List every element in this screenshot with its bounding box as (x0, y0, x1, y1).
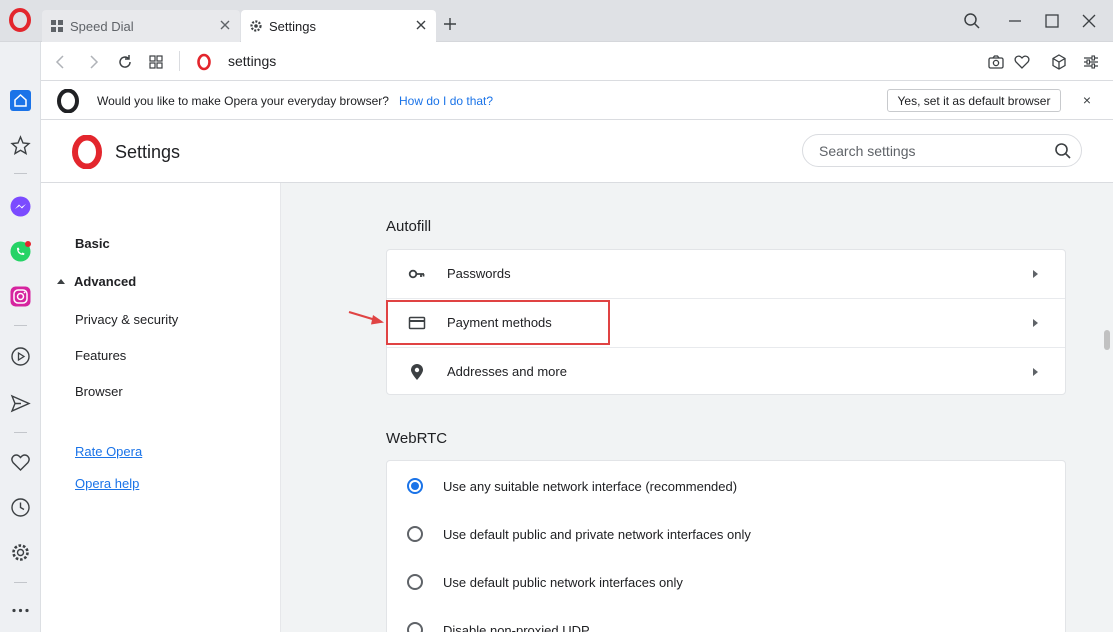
opera-logo-icon (57, 89, 79, 113)
app-sidebar (0, 42, 41, 632)
tab-strip: Speed Dial Settings (0, 0, 1113, 42)
radio-label: Use default public and private network i… (443, 527, 751, 542)
new-tab-icon[interactable] (442, 16, 458, 32)
send-icon[interactable] (10, 393, 31, 414)
maximize-icon[interactable] (1043, 12, 1061, 30)
instagram-icon[interactable] (10, 286, 31, 307)
minimize-icon[interactable] (1006, 12, 1024, 30)
collapse-arrow-icon[interactable] (57, 279, 65, 284)
sidebar-divider (14, 432, 27, 433)
sidebar-divider (14, 173, 27, 174)
settings-header: Settings (41, 120, 1113, 183)
opera-menu-icon[interactable] (8, 8, 32, 32)
sidebar-divider (14, 582, 27, 583)
chevron-right-icon (1033, 270, 1038, 278)
webrtc-option[interactable]: Use default public network interfaces on… (387, 558, 1065, 606)
key-icon (408, 269, 425, 279)
radio-button[interactable] (407, 622, 423, 632)
radio-button[interactable] (407, 526, 423, 542)
settings-main: Autofill Passwords Payment methods Addre… (281, 183, 1101, 632)
radio-label: Use any suitable network interface (reco… (443, 479, 738, 494)
settings-gear-icon[interactable] (10, 542, 31, 563)
row-label: Passwords (447, 266, 511, 281)
nav-advanced[interactable]: Advanced (74, 274, 136, 289)
chevron-right-icon (1033, 319, 1038, 327)
addresses-row[interactable]: Addresses and more (387, 348, 1065, 397)
opera-logo-icon (72, 135, 102, 169)
speed-dial-grid-icon[interactable] (147, 53, 165, 71)
search-icon[interactable] (1054, 142, 1072, 160)
url-field[interactable]: settings (228, 53, 276, 69)
home-icon[interactable] (10, 90, 31, 111)
extensions-cube-icon[interactable] (1050, 53, 1068, 71)
opera-page-icon (197, 53, 211, 71)
passwords-row[interactable]: Passwords (387, 250, 1065, 299)
bookmark-heart-icon[interactable] (1013, 53, 1031, 71)
radio-button[interactable] (407, 574, 423, 590)
gear-icon (250, 20, 262, 32)
nav-basic[interactable]: Basic (75, 236, 110, 251)
address-bar: settings (41, 42, 1113, 81)
row-label: Addresses and more (447, 364, 567, 379)
nav-features[interactable]: Features (75, 348, 126, 363)
autofill-section-title: Autofill (386, 218, 432, 235)
easy-setup-icon[interactable] (1082, 53, 1100, 71)
tab-label: Speed Dial (70, 18, 134, 34)
scrollbar-thumb[interactable] (1104, 330, 1110, 350)
set-default-browser-button[interactable]: Yes, set it as default browser (887, 89, 1061, 112)
close-window-icon[interactable] (1080, 12, 1098, 30)
messenger-icon[interactable] (10, 196, 31, 217)
webrtc-card: Use any suitable network interface (reco… (386, 460, 1066, 632)
radio-label: Use default public network interfaces on… (443, 575, 683, 590)
search-input[interactable] (819, 142, 1039, 160)
address-separator (179, 51, 180, 71)
radio-label: Disable non-proxied UDP (443, 623, 590, 632)
location-pin-icon (411, 364, 423, 380)
highlight-box (386, 300, 610, 345)
close-tab-icon[interactable] (218, 18, 232, 32)
infobar-close-icon[interactable]: × (1079, 92, 1095, 108)
forward-icon[interactable] (84, 53, 102, 71)
tab-settings[interactable]: Settings (241, 10, 436, 42)
tab-speed-dial[interactable]: Speed Dial (42, 10, 240, 42)
how-do-i-link[interactable]: How do I do that? (399, 94, 493, 108)
reload-icon[interactable] (116, 53, 134, 71)
opera-help-link[interactable]: Opera help (75, 476, 139, 491)
scrollbar[interactable] (1101, 183, 1113, 632)
nav-browser[interactable]: Browser (75, 384, 123, 399)
webrtc-option[interactable]: Use any suitable network interface (reco… (387, 462, 1065, 510)
search-settings-box[interactable] (802, 134, 1082, 167)
chevron-right-icon (1033, 368, 1038, 376)
default-browser-infobar: Would you like to make Opera your everyd… (41, 81, 1113, 120)
star-icon[interactable] (10, 135, 31, 156)
history-clock-icon[interactable] (10, 497, 31, 518)
nav-privacy-security[interactable]: Privacy & security (75, 312, 178, 327)
sidebar-divider (14, 325, 27, 326)
settings-nav: Basic Advanced Privacy & security Featur… (41, 183, 281, 632)
annotation-arrow-icon (348, 310, 384, 325)
close-tab-icon[interactable] (414, 18, 428, 32)
rate-opera-link[interactable]: Rate Opera (75, 444, 142, 459)
webrtc-section-title: WebRTC (386, 430, 448, 447)
webrtc-option[interactable]: Disable non-proxied UDP (387, 606, 1065, 632)
radio-button[interactable] (407, 478, 423, 494)
search-tabs-icon[interactable] (963, 12, 981, 30)
snapshot-camera-icon[interactable] (987, 53, 1005, 71)
tab-label: Settings (269, 18, 316, 34)
grid-icon (51, 20, 63, 32)
infobar-message: Would you like to make Opera your everyd… (97, 94, 389, 108)
back-icon[interactable] (52, 53, 70, 71)
page-title: Settings (115, 142, 181, 162)
webrtc-option[interactable]: Use default public and private network i… (387, 510, 1065, 558)
whatsapp-icon[interactable] (10, 241, 31, 262)
heart-icon[interactable] (10, 452, 31, 473)
more-icon[interactable] (10, 600, 31, 621)
player-icon[interactable] (10, 346, 31, 367)
